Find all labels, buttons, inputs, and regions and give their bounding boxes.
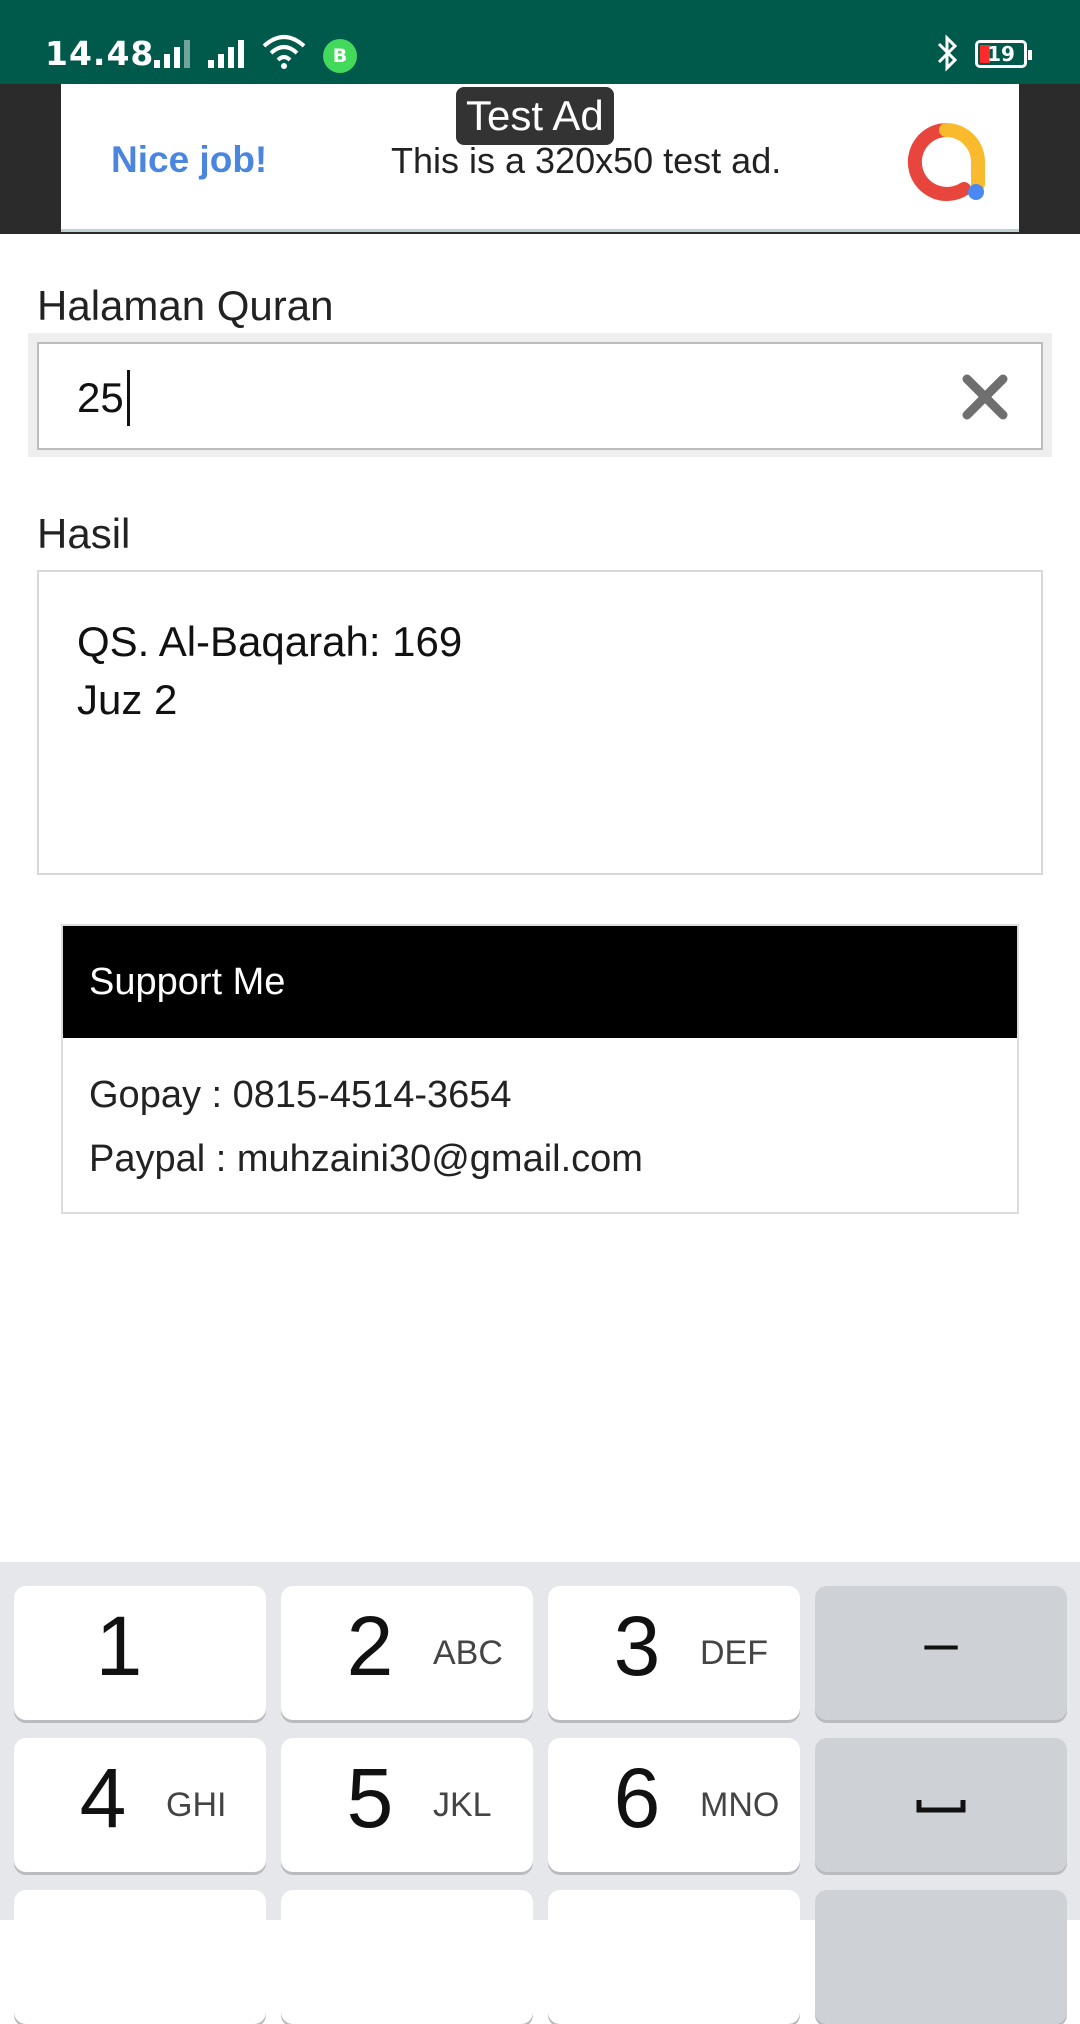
key-2[interactable]: 2 ABC bbox=[281, 1586, 533, 1720]
space-icon bbox=[916, 1800, 966, 1813]
text-caret bbox=[127, 370, 130, 426]
ad-text: This is a 320x50 test ad. bbox=[391, 140, 782, 181]
key-4-letters: GHI bbox=[166, 1786, 227, 1824]
key-minus[interactable]: – bbox=[815, 1586, 1067, 1720]
key-6-letters: MNO bbox=[700, 1786, 780, 1824]
minus-symbol: – bbox=[924, 1609, 958, 1676]
battery-level: 19 bbox=[987, 42, 1015, 66]
page-input[interactable]: 25 bbox=[37, 342, 1043, 450]
key-2-letters: ABC bbox=[433, 1634, 503, 1672]
page-input-value: 25 bbox=[77, 374, 124, 421]
key-1[interactable]: 1 bbox=[14, 1586, 266, 1720]
battery-icon: 19 bbox=[975, 40, 1032, 68]
app-notification-icon: B bbox=[323, 39, 357, 73]
signal-icon bbox=[154, 38, 190, 68]
gopay-text: Gopay : 0815-4514-3654 bbox=[89, 1074, 512, 1116]
key-3[interactable]: 3 DEF bbox=[548, 1586, 800, 1720]
support-card-header: Support Me bbox=[63, 926, 1017, 1038]
key-6[interactable]: 6 MNO bbox=[548, 1738, 800, 1872]
key-row3-2[interactable] bbox=[281, 1890, 533, 2024]
numeric-keyboard: 1 2 ABC 3 DEF – 4 GHI 5 JKL 6 MNO bbox=[0, 1562, 1080, 2024]
key-5-letters: JKL bbox=[433, 1786, 492, 1824]
result-surah: QS. Al-Baqarah: 169 bbox=[77, 618, 463, 665]
key-space[interactable] bbox=[815, 1738, 1067, 1872]
page-label: Halaman Quran bbox=[37, 282, 334, 329]
result-box: QS. Al-Baqarah: 169 Juz 2 bbox=[37, 570, 1043, 875]
test-ad-badge: Test Ad bbox=[456, 87, 614, 145]
key-1-digit: 1 bbox=[95, 1599, 143, 1693]
key-3-letters: DEF bbox=[700, 1634, 768, 1672]
key-row3-3[interactable] bbox=[548, 1890, 800, 2024]
bluetooth-icon bbox=[937, 34, 958, 72]
wifi-icon bbox=[262, 35, 306, 69]
key-5[interactable]: 5 JKL bbox=[281, 1738, 533, 1872]
admob-logo-icon bbox=[907, 123, 985, 201]
key-4[interactable]: 4 GHI bbox=[14, 1738, 266, 1872]
status-bar: 14.48 B 19 bbox=[0, 0, 1080, 84]
signal-icon-2 bbox=[208, 38, 244, 68]
support-card: Support Me Gopay : 0815-4514-3654 Paypal… bbox=[61, 924, 1019, 1214]
clear-icon[interactable] bbox=[959, 371, 1011, 423]
key-row3-1[interactable] bbox=[14, 1890, 266, 2024]
support-title: Support Me bbox=[89, 961, 286, 1003]
status-time: 14.48 bbox=[45, 34, 155, 73]
paypal-text: Paypal : muhzaini30@gmail.com bbox=[89, 1138, 643, 1180]
result-juz: Juz 2 bbox=[77, 676, 178, 723]
ad-nice-job: Nice job! bbox=[111, 139, 268, 180]
key-row3-4[interactable] bbox=[815, 1890, 1067, 2024]
result-label: Hasil bbox=[37, 510, 131, 557]
